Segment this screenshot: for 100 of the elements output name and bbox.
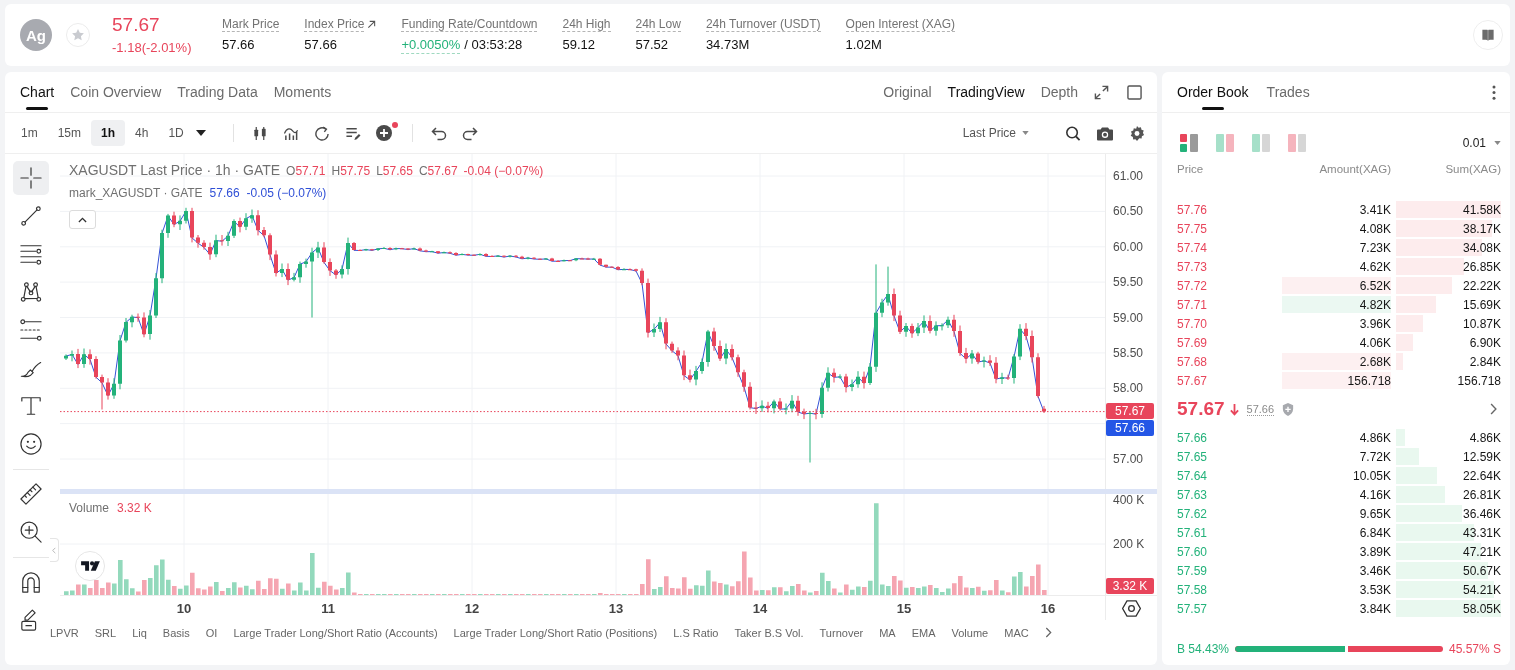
chevron-right-icon[interactable] <box>1490 403 1497 415</box>
chart-tab[interactable]: Coin Overview <box>70 72 162 112</box>
precision-dropdown[interactable]: 0.01 <box>1462 135 1501 150</box>
indicator-tab[interactable]: Basis <box>162 626 190 639</box>
order-sum: 15.69K <box>1462 297 1501 312</box>
expand-icon[interactable] <box>1094 84 1109 100</box>
book-icon[interactable] <box>1473 20 1503 50</box>
arrow-up-right-icon[interactable] <box>367 20 377 29</box>
indicator-tab[interactable]: Turnover <box>819 626 864 639</box>
indicator-tab[interactable]: Large Trader Long/Short Ratio (Accounts) <box>233 626 438 639</box>
indicator-tab[interactable]: L.S Ratio <box>673 626 719 639</box>
chevron-left-icon <box>52 546 56 554</box>
chart-tab[interactable]: Chart <box>20 72 55 112</box>
maximize-icon[interactable] <box>1127 84 1142 100</box>
add-icon[interactable] <box>375 125 392 141</box>
view-tab[interactable]: Original <box>883 84 932 100</box>
stat-label: Mark Price <box>222 17 280 32</box>
order-amount: 10.05K <box>1352 468 1391 483</box>
collapse-button[interactable] <box>69 210 96 229</box>
camera-icon[interactable] <box>1097 125 1113 141</box>
interval-button[interactable]: 4h <box>125 120 159 146</box>
text-tool-icon[interactable] <box>20 395 42 417</box>
interval-button[interactable]: 1h <box>91 120 126 146</box>
order-amount: 4.16K <box>1359 487 1391 502</box>
order-price[interactable]: 57.69 <box>1177 335 1282 350</box>
order-price[interactable]: 57.68 <box>1177 354 1282 369</box>
price-axis-label: 58.50 <box>1113 345 1144 360</box>
list-edit-icon[interactable] <box>344 125 361 141</box>
parallel-lines-icon[interactable] <box>20 243 42 265</box>
caret-down-icon <box>1494 140 1501 145</box>
order-sum: 47.21K <box>1462 544 1501 559</box>
indicator-tab[interactable]: Liq <box>132 626 147 639</box>
order-book-tab[interactable]: Trades <box>1266 72 1310 112</box>
stat-value: 34.73M <box>705 36 750 53</box>
price-axis-label: 58.00 <box>1113 381 1144 396</box>
ruler-icon[interactable] <box>20 483 42 505</box>
refresh-icon[interactable] <box>313 125 330 141</box>
trend-line-icon[interactable] <box>20 205 42 227</box>
order-sum: 22.22K <box>1462 278 1501 293</box>
view-tab[interactable]: TradingView <box>947 84 1025 100</box>
caret-down-icon[interactable] <box>195 130 206 136</box>
order-sum: 54.21K <box>1462 582 1501 597</box>
order-amount: 4.86K <box>1359 430 1391 445</box>
stat-value: 57.52 <box>635 36 669 53</box>
order-price[interactable]: 57.76 <box>1177 202 1282 217</box>
stat-value: 57.66 <box>222 36 255 53</box>
indicator-tab[interactable]: Large Trader Long/Short Ratio (Positions) <box>453 626 658 639</box>
chart-tab[interactable]: Trading Data <box>177 72 258 112</box>
chevron-right-icon[interactable] <box>1044 627 1052 638</box>
indicator-tab[interactable]: LPVR <box>50 626 79 639</box>
interval-button[interactable]: 15m <box>47 120 91 146</box>
indicator-tab[interactable]: Volume <box>951 626 989 639</box>
order-book-tab[interactable]: Order Book <box>1177 72 1249 112</box>
zoom-in-icon[interactable] <box>20 521 42 543</box>
stat-value: 1.02M <box>845 36 882 53</box>
magnet-icon[interactable] <box>20 571 42 593</box>
both-sides-layout-icon[interactable] <box>1180 133 1198 152</box>
mark-price[interactable]: 57.66 <box>1246 402 1275 416</box>
redo-icon[interactable] <box>461 125 478 141</box>
order-sum: 36.46K <box>1462 506 1501 521</box>
last-price: 57.67 <box>112 14 160 36</box>
chart-logo-icon[interactable] <box>75 551 105 581</box>
stat-label: 24h Low <box>635 17 681 32</box>
more-icon[interactable] <box>1492 84 1496 100</box>
order-sum: 4.86K <box>1469 430 1501 445</box>
order-price[interactable]: 57.70 <box>1177 316 1282 331</box>
order-sum: 26.85K <box>1462 259 1501 274</box>
indicator-tab[interactable]: MA <box>879 626 896 639</box>
ohlc-value: H57.75 <box>331 164 371 178</box>
indicator-tab[interactable]: Taker B.S Vol. <box>734 626 804 639</box>
crosshair-icon[interactable] <box>13 161 49 195</box>
interval-button[interactable]: 1m <box>11 120 48 146</box>
zigzag-pattern-icon[interactable] <box>20 281 42 303</box>
order-price[interactable]: 57.72 <box>1177 278 1282 293</box>
order-amount: 2.68K <box>1359 354 1391 369</box>
bar-chart-icon[interactable] <box>282 125 299 141</box>
order-price[interactable]: 57.73 <box>1177 259 1282 274</box>
search-icon[interactable] <box>1065 125 1081 141</box>
candlestick-icon[interactable] <box>251 125 268 141</box>
chart-tab[interactable]: Moments <box>273 72 332 112</box>
indicator-tab[interactable]: SRL <box>94 626 117 639</box>
order-price[interactable]: 57.71 <box>1177 297 1282 312</box>
price-axis-label: 61.00 <box>1113 169 1144 183</box>
order-price[interactable]: 57.75 <box>1177 221 1282 236</box>
undo-icon[interactable] <box>430 125 447 141</box>
smiley-icon[interactable] <box>20 433 42 455</box>
order-price[interactable]: 57.67 <box>1177 373 1282 388</box>
order-sum: 2.84K <box>1469 354 1501 369</box>
interval-button[interactable]: 1D <box>158 120 194 146</box>
price-source-dropdown[interactable]: Last Price <box>962 126 1029 140</box>
indicator-tab[interactable]: EMA <box>911 626 936 639</box>
order-price[interactable]: 57.74 <box>1177 240 1282 255</box>
order-amount: 4.82K <box>1359 297 1391 312</box>
view-tab[interactable]: Depth <box>1040 84 1078 100</box>
indicator-tab[interactable]: OI <box>205 626 218 639</box>
order-sum: 34.08K <box>1462 240 1501 255</box>
settings-icon[interactable] <box>1129 125 1145 141</box>
level-lines-icon[interactable] <box>20 319 42 341</box>
indicator-tab[interactable]: MAC <box>1004 626 1029 639</box>
axis-settings-icon[interactable] <box>1122 600 1141 617</box>
